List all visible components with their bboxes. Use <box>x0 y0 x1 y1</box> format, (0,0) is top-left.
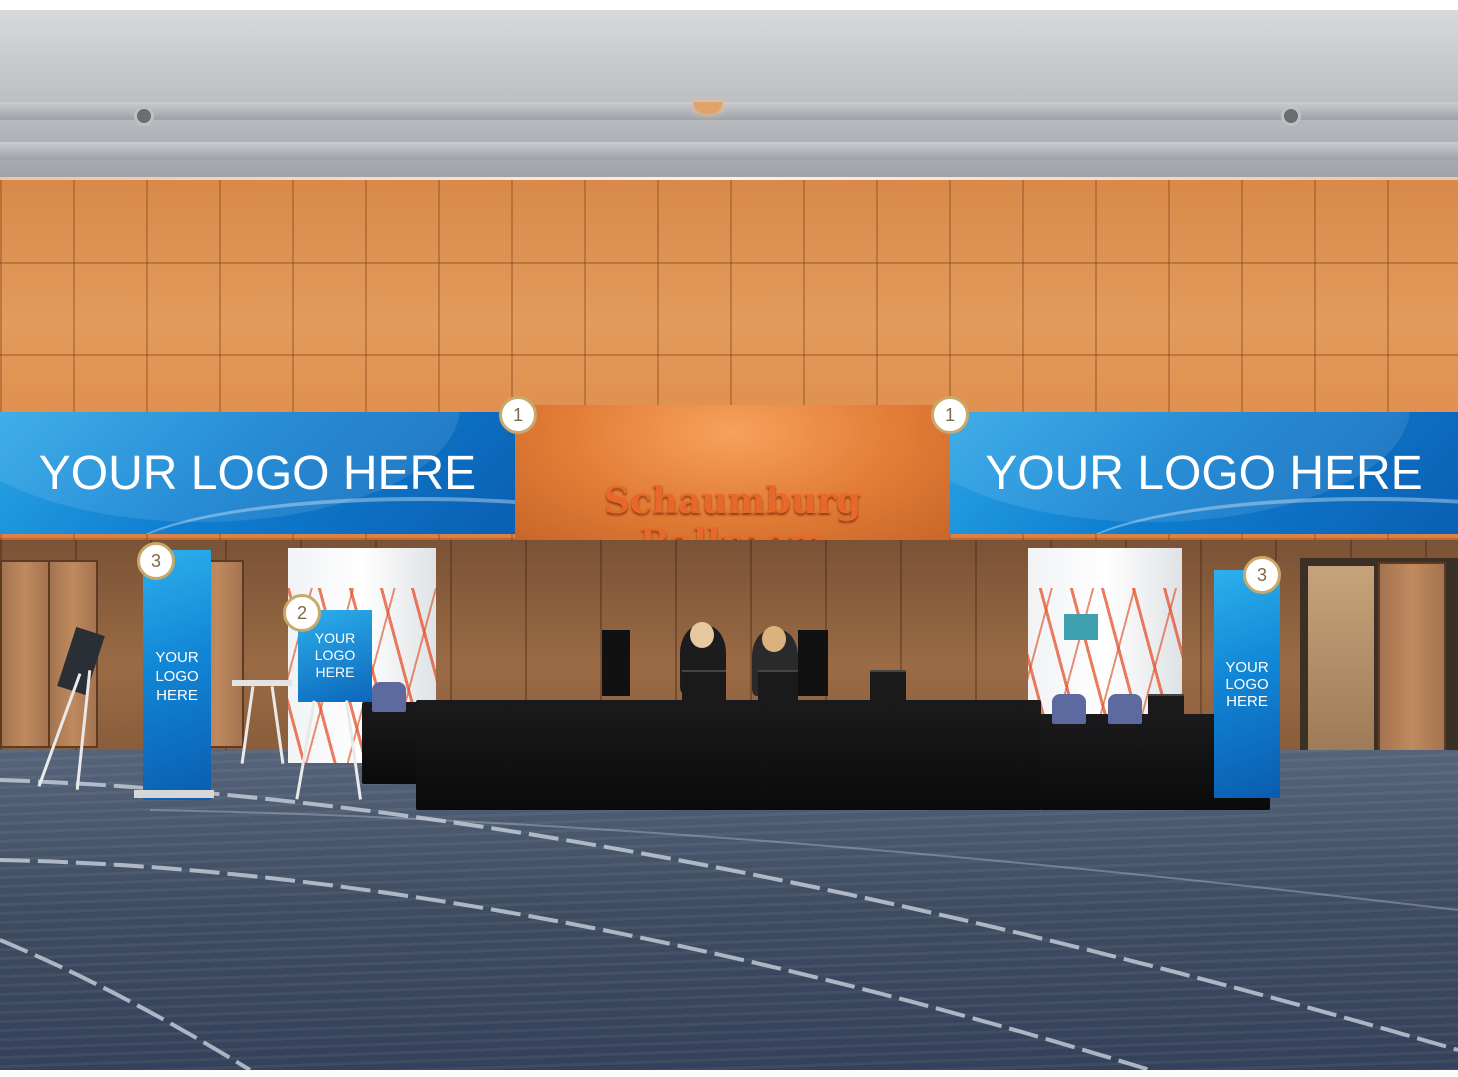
chair <box>1108 694 1142 724</box>
badge-2: 2 <box>283 594 321 632</box>
logo-banner-left-text: YOUR LOGO HERE <box>38 447 477 500</box>
banner-base <box>134 790 214 798</box>
easel-sign-line3: HERE <box>315 664 355 680</box>
cocktail-table <box>232 680 292 686</box>
logo-banner-right: YOUR LOGO HERE <box>950 412 1458 534</box>
registration-table <box>416 700 1041 810</box>
retractable-banner-left-line1: YOUR <box>155 649 199 666</box>
laptop <box>758 670 798 700</box>
staff-head <box>762 626 786 652</box>
open-doorway <box>1308 566 1374 756</box>
logo-banner-left: YOUR LOGO HERE <box>0 412 515 534</box>
badge-3-left: 3 <box>137 542 175 580</box>
badge-1-right: 1 <box>931 396 969 434</box>
ceiling-beam <box>0 142 1458 160</box>
door <box>1378 562 1446 766</box>
laptop <box>682 670 726 700</box>
security-camera <box>134 106 154 126</box>
chair <box>372 682 406 712</box>
door <box>0 560 50 748</box>
easel-sign-line1: YOUR <box>314 630 356 646</box>
badge-1-left: 1 <box>499 396 537 434</box>
graphic-pillar-right <box>1028 548 1182 718</box>
retractable-banner-right-line3: HERE <box>1226 693 1268 710</box>
pillar-photo <box>1064 614 1098 640</box>
retractable-banner-left: YOUR LOGO HERE <box>143 550 211 800</box>
retractable-banner-left-line3: HERE <box>156 687 198 704</box>
badge-3-right: 3 <box>1243 556 1281 594</box>
easel-sign-line2: LOGO <box>314 647 356 663</box>
speaker <box>602 630 630 696</box>
ceiling-beam <box>0 102 1458 120</box>
logo-banner-right-text: YOUR LOGO HERE <box>985 447 1423 500</box>
speaker <box>798 630 828 696</box>
photo-scene: Schaumburg Ballroom YOUR LOGO HERE YOUR … <box>0 10 1458 1070</box>
security-camera <box>1281 106 1301 126</box>
laptop <box>870 670 906 700</box>
laptop <box>1148 694 1184 720</box>
retractable-banner-left-line2: LOGO <box>155 668 199 685</box>
staff-head <box>690 622 714 648</box>
retractable-banner-right: YOUR LOGO HERE <box>1214 570 1280 798</box>
chair <box>1052 694 1086 724</box>
